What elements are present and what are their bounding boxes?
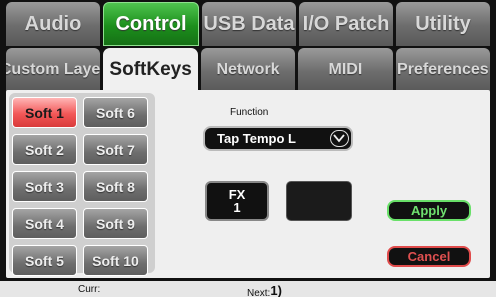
softkeys-panel: Soft 1 Soft 6 Soft 2 Soft 7 Soft 3 Soft …: [6, 90, 490, 278]
tab-preferences[interactable]: Preferences: [395, 48, 491, 92]
cancel-button[interactable]: Cancel: [387, 246, 471, 267]
tab-control[interactable]: Control: [103, 2, 199, 46]
next-scene: Next:1): [247, 283, 282, 297]
softkey-8-button[interactable]: Soft 8: [83, 171, 148, 202]
softkey-5-button[interactable]: Soft 5: [12, 245, 77, 276]
function-select[interactable]: Tap Tempo L: [203, 126, 353, 151]
next-scene-value: 1): [270, 283, 282, 297]
softkey-4-button[interactable]: Soft 4: [12, 208, 77, 239]
function-value: Tap Tempo L: [217, 131, 296, 146]
next-scene-label: Next:: [247, 288, 271, 297]
softkey-10-button[interactable]: Soft 10: [83, 245, 148, 276]
softkey-7-button[interactable]: Soft 7: [83, 134, 148, 165]
fx-select-button[interactable]: FX 1: [205, 181, 269, 221]
chevron-down-icon[interactable]: [330, 130, 349, 147]
function-label: Function: [230, 107, 269, 118]
softkey-3-button[interactable]: Soft 3: [12, 171, 77, 202]
sub-tab-bar: Custom Layer SoftKeys Network MIDI Prefe…: [6, 48, 491, 92]
empty-parameter-box: [286, 181, 352, 221]
tab-softkeys[interactable]: SoftKeys: [103, 48, 198, 92]
tab-custom-layer[interactable]: Custom Layer: [6, 48, 101, 92]
main-tab-bar: Audio Control USB Data I/O Patch Utility: [6, 2, 490, 46]
tab-midi[interactable]: MIDI: [298, 48, 393, 92]
softkey-9-button[interactable]: Soft 9: [83, 208, 148, 239]
softkey-6-button[interactable]: Soft 6: [83, 97, 148, 128]
softkey-grid: Soft 1 Soft 6 Soft 2 Soft 7 Soft 3 Soft …: [9, 93, 155, 276]
softkey-2-button[interactable]: Soft 2: [12, 134, 77, 165]
fx-number: 1: [233, 200, 241, 215]
tab-usb-data[interactable]: USB Data: [202, 2, 296, 46]
tab-utility[interactable]: Utility: [396, 2, 490, 46]
tab-audio[interactable]: Audio: [6, 2, 100, 46]
screen: Audio Control USB Data I/O Patch Utility…: [0, 0, 496, 297]
softkey-1-button[interactable]: Soft 1: [12, 97, 77, 128]
current-scene-label: Curr:: [78, 284, 101, 295]
apply-button[interactable]: Apply: [387, 200, 471, 221]
tab-network[interactable]: Network: [200, 48, 296, 92]
status-bar: Curr: Next:1): [0, 281, 496, 297]
tab-io-patch[interactable]: I/O Patch: [299, 2, 393, 46]
